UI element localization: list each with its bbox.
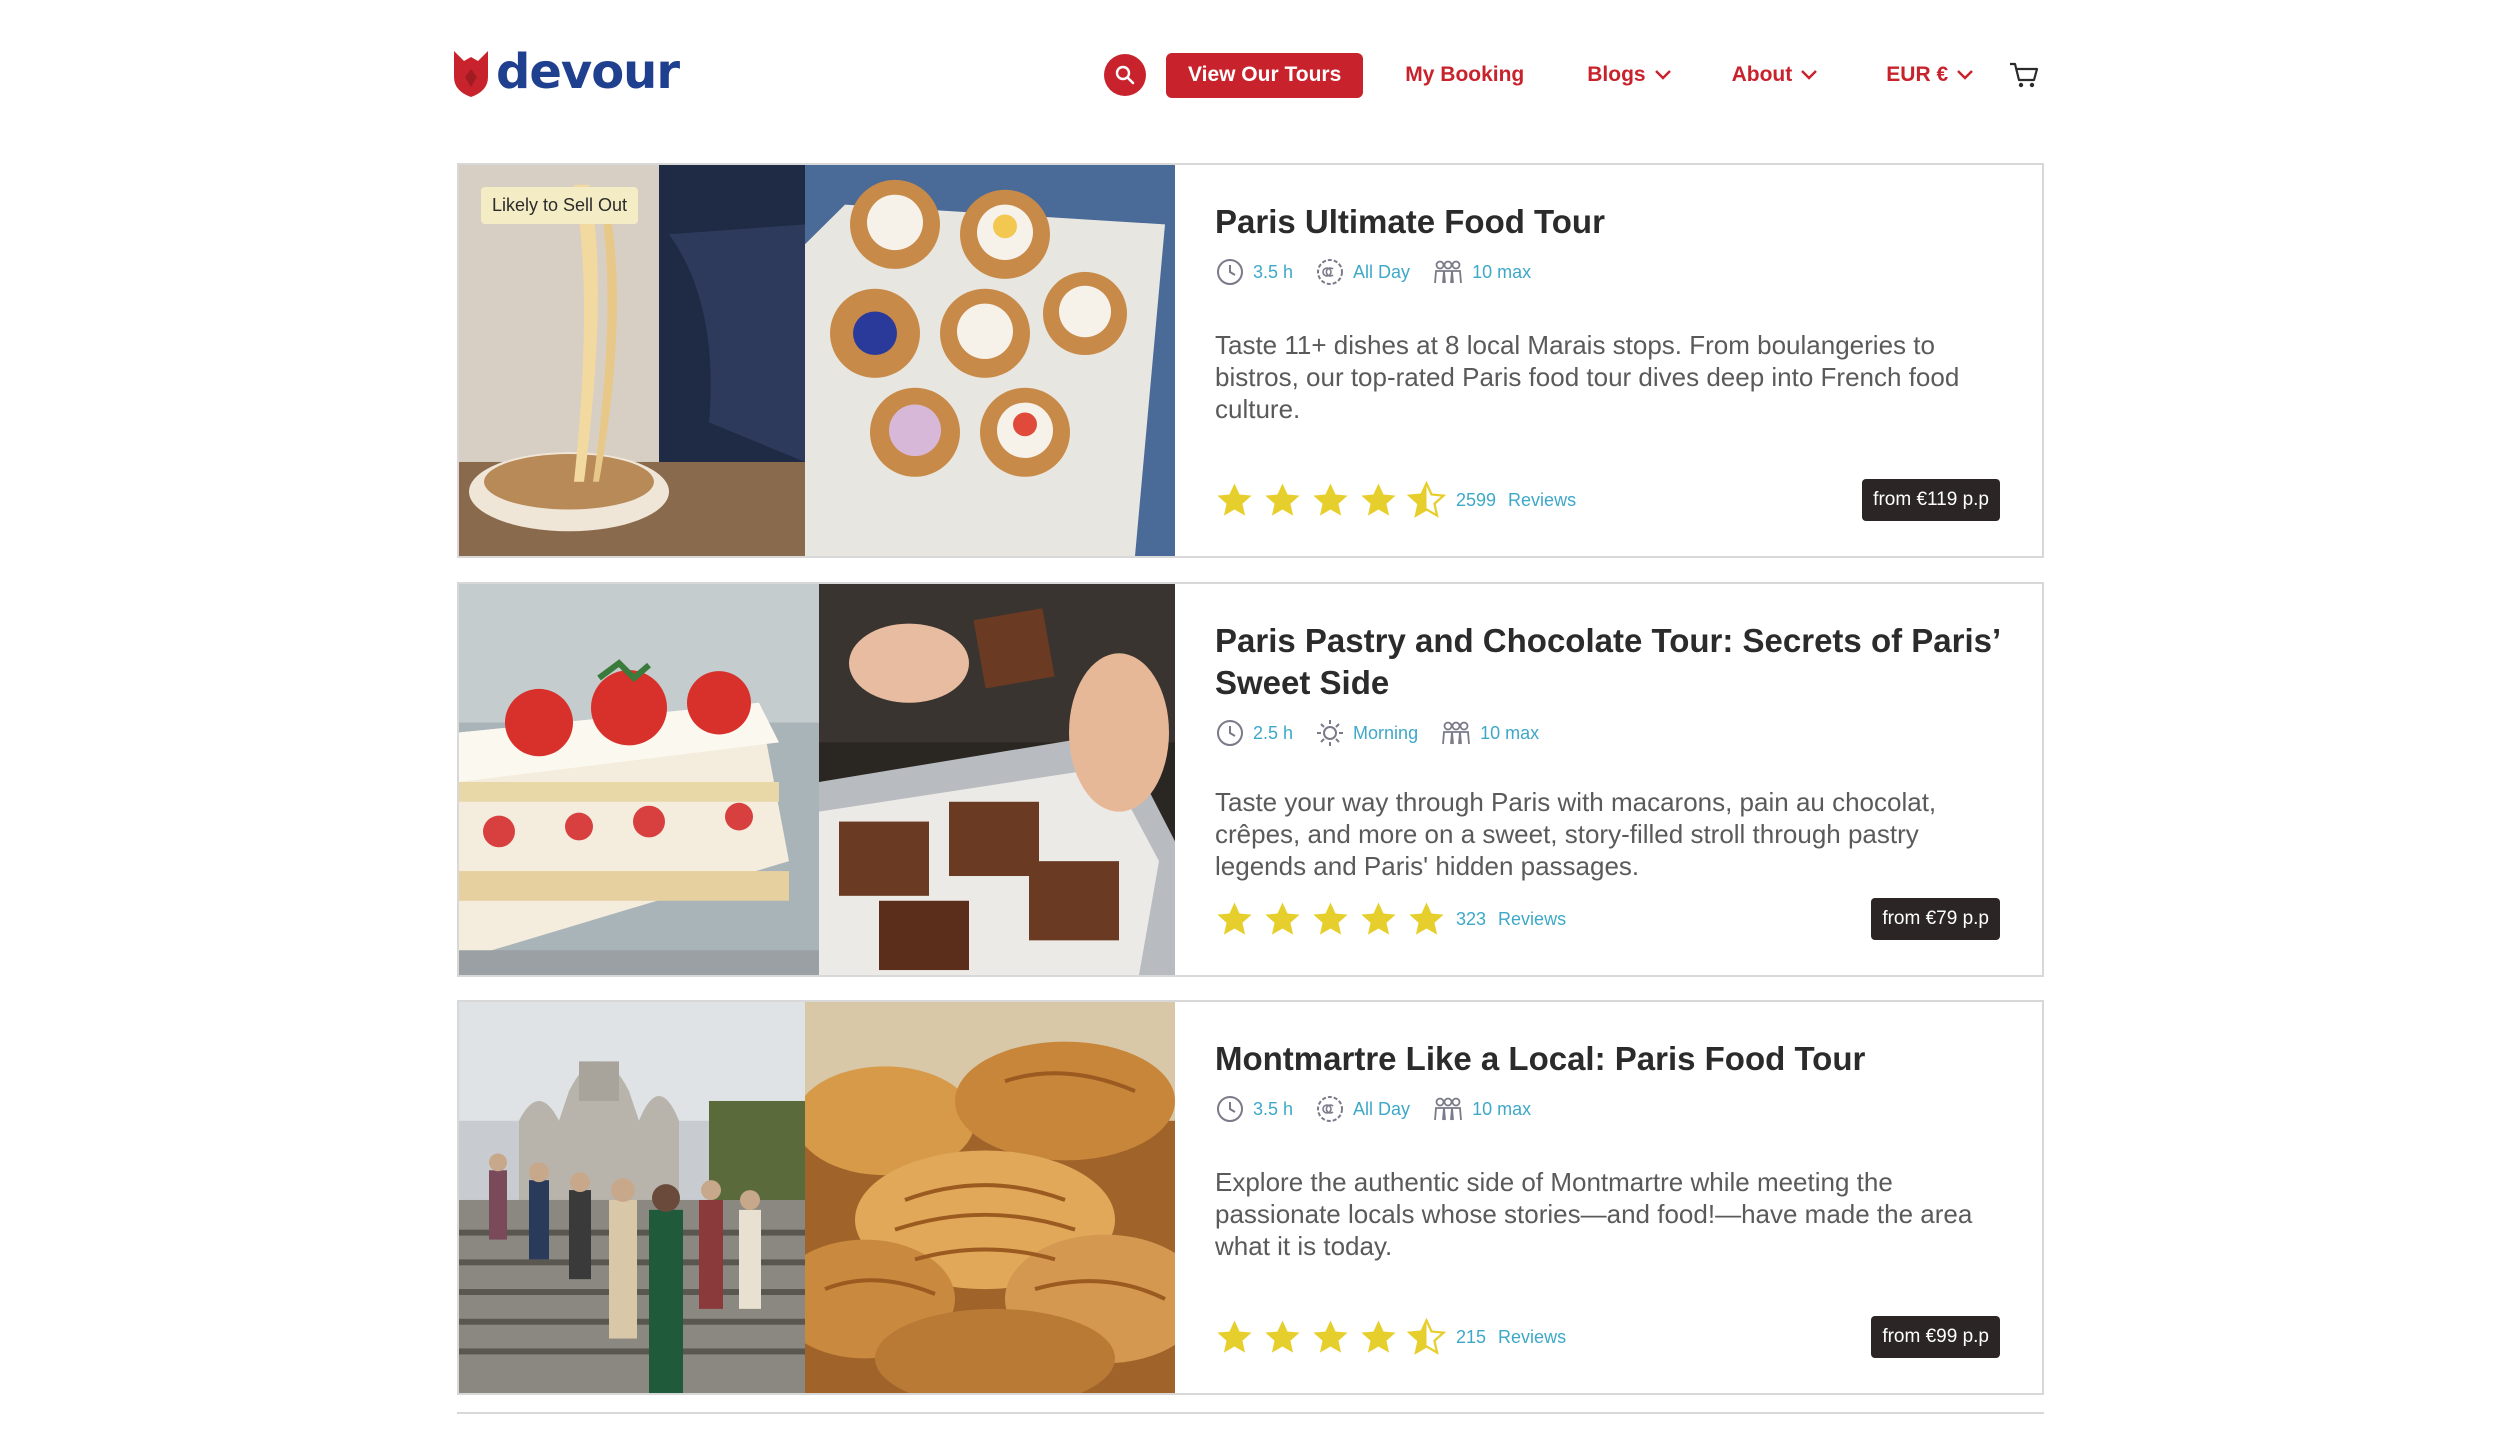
chevron-down-icon	[1654, 70, 1671, 80]
duration: 3.5 h	[1215, 257, 1293, 287]
duration: 2.5 h	[1215, 718, 1293, 748]
star-icon	[1313, 482, 1348, 516]
star-icon	[1361, 901, 1396, 935]
half-star-icon	[1407, 480, 1446, 518]
tour-description: Taste your way through Paris with macaro…	[1215, 787, 1937, 881]
tour-card[interactable]: Likely to Sell Out Paris Ultimate Food T…	[457, 163, 2044, 558]
duration: 3.5 h	[1215, 1094, 1293, 1124]
tour-photo-chocolate-squares	[819, 584, 1175, 975]
all-day-icon	[1317, 259, 1344, 285]
search-button[interactable]	[1104, 54, 1146, 96]
reviews-label: Reviews	[1508, 489, 1577, 510]
star-icon	[1409, 901, 1444, 935]
reviews-link[interactable]: 215 Reviews	[1456, 1327, 1566, 1348]
star-rating	[1215, 1317, 1446, 1357]
reviews-label: Reviews	[1498, 1326, 1567, 1347]
tour-photo-cream-puffs	[805, 165, 1175, 556]
next-tour-card-edge	[457, 1412, 2044, 1432]
tour-photo-strawberry-cake	[459, 584, 819, 975]
star-icon	[1361, 482, 1396, 516]
clock-icon	[1217, 259, 1243, 285]
reviews-link[interactable]: 323 Reviews	[1456, 909, 1566, 930]
currency-menu[interactable]: EUR €	[1886, 63, 1974, 87]
group-size: 10 max	[1440, 720, 1539, 746]
star-icon	[1313, 901, 1348, 935]
tour-photo-sacre-coeur-group	[459, 1002, 805, 1393]
reviews-link[interactable]: 2599 Reviews	[1456, 490, 1576, 511]
time-of-day-text: All Day	[1353, 1098, 1411, 1119]
chevron-down-icon	[1957, 70, 1973, 80]
star-icon	[1265, 482, 1300, 516]
time-of-day-text: Morning	[1353, 722, 1419, 743]
all-day-icon	[1317, 1096, 1344, 1122]
star-icon	[1313, 1319, 1348, 1353]
tour-meta: 3.5 h All Day 10 max	[1215, 1094, 2000, 1124]
clock-icon	[1217, 720, 1243, 746]
sun-icon	[1317, 720, 1344, 746]
half-star-icon	[1407, 1317, 1446, 1355]
tour-title[interactable]: Montmartre Like a Local: Paris Food Tour	[1215, 1038, 2000, 1080]
tour-card[interactable]: Montmartre Like a Local: Paris Food Tour…	[457, 1000, 2044, 1395]
price-tag: from €99 p.p	[1871, 1316, 2000, 1358]
rating-row: 2599 Reviews from €119 p.p	[1215, 478, 2000, 522]
star-icon	[1265, 901, 1300, 935]
tour-title[interactable]: Paris Ultimate Food Tour	[1215, 201, 2000, 243]
time-of-day: All Day	[1315, 1094, 1410, 1124]
star-icon	[1361, 1319, 1396, 1353]
my-booking-label: My Booking	[1405, 63, 1525, 86]
tour-title[interactable]: Paris Pastry and Chocolate Tour: Secrets…	[1215, 620, 2000, 704]
view-tours-button[interactable]: View Our Tours	[1166, 52, 1364, 98]
sell-out-badge: Likely to Sell Out	[481, 187, 639, 224]
star-rating	[1215, 900, 1446, 939]
duration-text: 3.5 h	[1253, 261, 1294, 282]
time-of-day: All Day	[1315, 257, 1410, 287]
star-icon	[1217, 1319, 1252, 1353]
search-icon	[1115, 65, 1135, 85]
reviews-label: Reviews	[1498, 908, 1567, 929]
chevron-down-icon	[1801, 70, 1818, 80]
tour-description: Explore the authentic side of Montmartre…	[1215, 1167, 1973, 1261]
tour-meta: 3.5 h All Day 10 max	[1215, 257, 2000, 287]
duration-text: 2.5 h	[1253, 722, 1294, 743]
review-count: 215	[1456, 1326, 1487, 1347]
site-header: devour View Our Tours My Booking Blogs A…	[0, 0, 2500, 150]
star-icon	[1217, 901, 1252, 935]
about-menu[interactable]: About	[1732, 63, 1819, 87]
duration-text: 3.5 h	[1253, 1098, 1294, 1119]
group-size: 10 max	[1432, 259, 1531, 285]
logo-text: devour	[496, 44, 680, 100]
group-size-text: 10 max	[1480, 722, 1540, 743]
about-label: About	[1731, 63, 1793, 86]
price-tag: from €119 p.p	[1862, 479, 2000, 521]
star-icon	[1217, 482, 1252, 516]
time-of-day-text: All Day	[1353, 261, 1411, 282]
cart-icon[interactable]	[2008, 60, 2040, 90]
group-icon	[1442, 721, 1470, 745]
review-count: 323	[1456, 908, 1487, 929]
fox-logo-icon	[454, 51, 488, 97]
time-of-day: Morning	[1315, 718, 1418, 748]
tour-card[interactable]: Paris Pastry and Chocolate Tour: Secrets…	[457, 582, 2044, 977]
group-size: 10 max	[1432, 1096, 1531, 1122]
logo[interactable]: devour	[452, 42, 680, 102]
tour-photo-croissants	[805, 1002, 1175, 1393]
blogs-menu[interactable]: Blogs	[1587, 63, 1671, 87]
clock-icon	[1217, 1096, 1243, 1122]
group-icon	[1434, 260, 1462, 284]
review-count: 2599	[1456, 489, 1497, 510]
star-icon	[1265, 1319, 1300, 1353]
main-nav: View Our Tours My Booking Blogs About EU…	[1104, 52, 2040, 98]
blogs-label: Blogs	[1587, 63, 1646, 86]
star-rating	[1215, 480, 1446, 520]
group-icon	[1434, 1097, 1462, 1121]
group-size-text: 10 max	[1472, 1098, 1532, 1119]
tour-meta: 2.5 h Morning 10 max	[1215, 718, 2000, 748]
group-size-text: 10 max	[1472, 261, 1532, 282]
price-tag: from €79 p.p	[1871, 898, 2000, 940]
rating-row: 323 Reviews from €79 p.p	[1215, 897, 2000, 941]
rating-row: 215 Reviews from €99 p.p	[1215, 1315, 2000, 1359]
currency-label: EUR €	[1886, 63, 1949, 86]
tour-description: Taste 11+ dishes at 8 local Marais stops…	[1215, 330, 1960, 424]
my-booking-link[interactable]: My Booking	[1405, 63, 1524, 87]
